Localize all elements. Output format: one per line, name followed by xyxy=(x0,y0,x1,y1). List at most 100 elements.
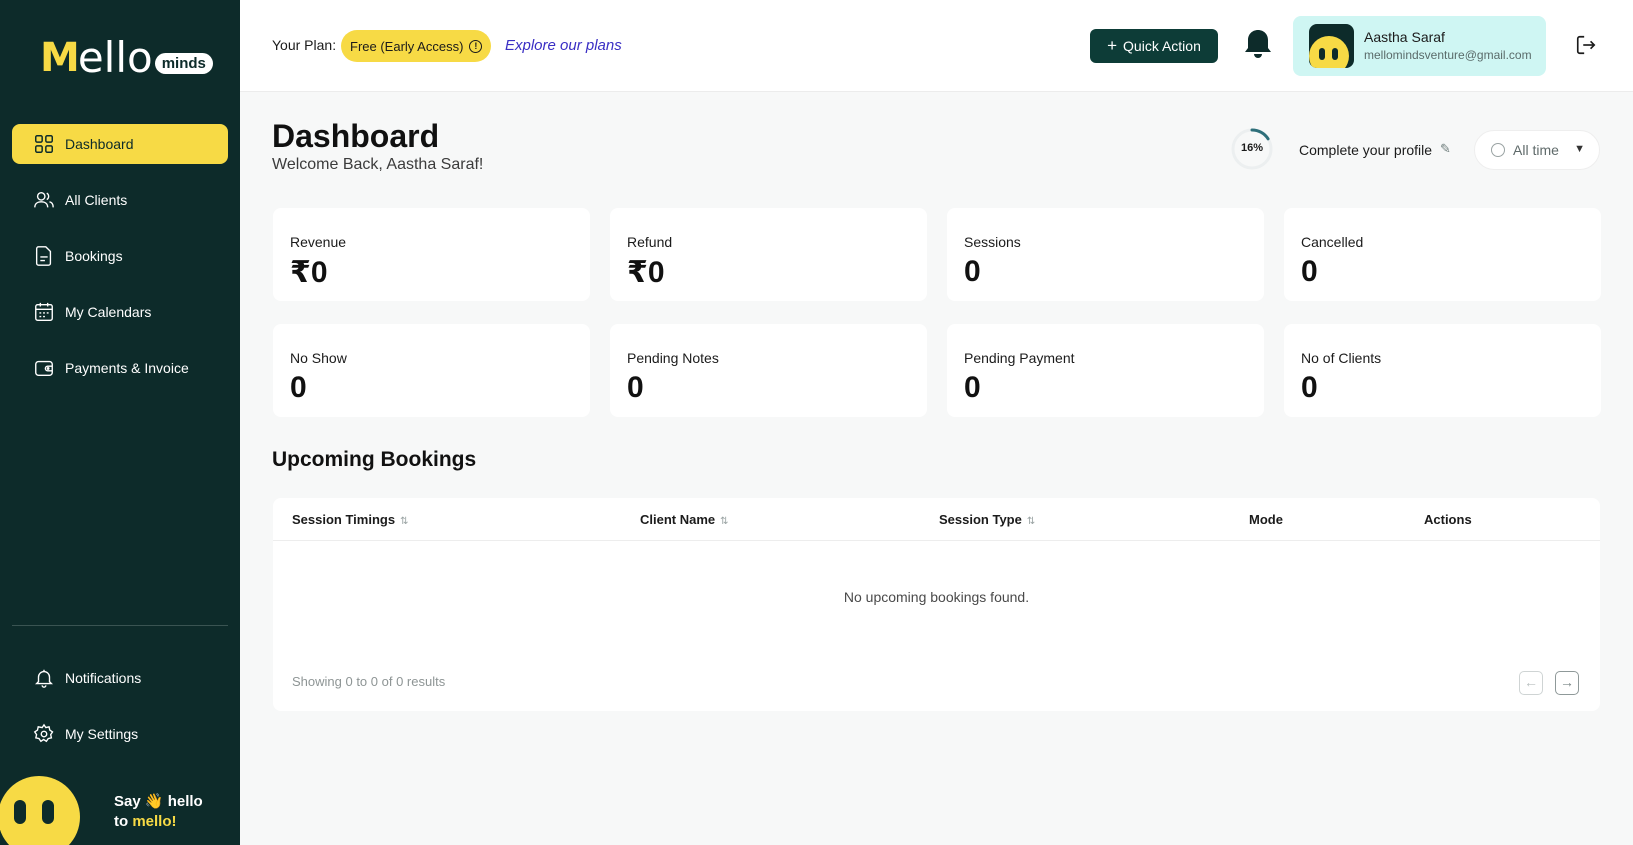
bookings-table: Session Timings ⇅ Client Name ⇅ Session Ty… xyxy=(273,498,1600,711)
sidebar-nav: Dashboard All Clients Bookings My Calend… xyxy=(12,124,228,404)
quick-action-button[interactable]: + Quick Action xyxy=(1090,29,1218,63)
sidebar-item-label: My Calendars xyxy=(65,304,152,320)
info-icon[interactable]: ! xyxy=(469,39,483,53)
sidebar-item-payments-invoice[interactable]: Payments & Invoice xyxy=(12,348,228,388)
stat-value: 0 xyxy=(290,371,307,404)
sidebar: M ello minds Dashboard All Clients Booki… xyxy=(0,0,240,845)
stat-value: 0 xyxy=(964,371,981,404)
upcoming-bookings-title: Upcoming Bookings xyxy=(272,448,477,471)
column-header-actions: Actions xyxy=(1424,512,1472,527)
sort-icon: ⇅ xyxy=(400,516,409,527)
stat-label: Cancelled xyxy=(1301,234,1364,250)
plus-icon: + xyxy=(1107,36,1118,55)
stat-card-pending-notes: Pending Notes 0 xyxy=(610,324,927,417)
column-header-mode: Mode xyxy=(1249,512,1283,527)
sidebar-item-my-settings[interactable]: My Settings xyxy=(12,714,228,754)
mascot-eye xyxy=(14,800,26,824)
stat-value: 0 xyxy=(627,371,644,404)
sidebar-item-label: All Clients xyxy=(65,192,128,208)
mascot-eye xyxy=(42,800,54,824)
mello-mascot-icon xyxy=(0,776,80,845)
say-hello-line1: Say 👋 hello xyxy=(114,793,203,810)
sidebar-divider xyxy=(12,625,228,626)
stat-value: ₹0 xyxy=(290,256,328,289)
say-hello-highlight: mello! xyxy=(132,813,177,830)
stat-card-revenue: Revenue ₹0 xyxy=(273,208,590,301)
notification-bell-icon[interactable] xyxy=(1243,28,1273,60)
sidebar-item-all-clients[interactable]: All Clients xyxy=(12,180,228,220)
sort-icon: ⇅ xyxy=(1026,516,1036,527)
chevron-down-icon: ▼ xyxy=(1574,143,1585,155)
sidebar-item-label: Payments & Invoice xyxy=(65,360,189,376)
pagination-next-button[interactable]: → xyxy=(1555,671,1579,695)
avatar-eye xyxy=(1319,48,1325,60)
logo-word: ello xyxy=(77,33,153,82)
column-header-client-name[interactable]: Client Name ⇅ xyxy=(640,512,729,527)
time-filter-value: All time xyxy=(1513,142,1559,158)
bell-icon xyxy=(35,669,53,688)
clock-icon xyxy=(1491,143,1505,157)
stat-card-refund: Refund ₹0 xyxy=(610,208,927,301)
logo-badge: minds xyxy=(154,53,213,74)
users-icon xyxy=(34,191,54,208)
stat-value: 0 xyxy=(964,255,981,288)
explore-plans-link[interactable]: Explore our plans xyxy=(505,37,622,54)
stat-card-no-show: No Show 0 xyxy=(273,324,590,417)
say-hello-prefix: to xyxy=(114,813,133,830)
logout-icon[interactable] xyxy=(1575,34,1597,56)
gear-icon xyxy=(33,723,54,743)
say-hello-text: Say 👋 hello to mello! xyxy=(114,792,203,832)
stat-label: Pending Payment xyxy=(964,350,1075,366)
column-label: Session Type xyxy=(939,512,1022,527)
say-hello-widget[interactable]: Say 👋 hello to mello! xyxy=(0,776,240,845)
pagination-prev-button[interactable]: ← xyxy=(1519,671,1543,695)
avatar-eye xyxy=(1332,48,1338,60)
calendar-icon xyxy=(35,302,53,321)
sidebar-item-notifications[interactable]: Notifications xyxy=(12,658,228,698)
sidebar-item-my-calendars[interactable]: My Calendars xyxy=(12,292,228,332)
stat-card-no-of-clients: No of Clients 0 xyxy=(1284,324,1601,417)
column-header-session-type[interactable]: Session Type ⇅ xyxy=(939,512,1035,527)
plan-value: Free (Early Access) xyxy=(350,38,464,54)
sort-icon: ⇅ xyxy=(720,516,729,527)
stat-label: Revenue xyxy=(290,234,347,250)
complete-profile-link[interactable]: Complete your profile xyxy=(1299,142,1432,158)
empty-state-text: No upcoming bookings found. xyxy=(843,589,1030,605)
stat-label: Sessions xyxy=(964,234,1021,250)
user-email: mellomindsventure@gmail.com xyxy=(1364,48,1532,62)
sidebar-item-dashboard[interactable]: Dashboard xyxy=(12,124,228,164)
time-filter-select[interactable]: All time ▼ xyxy=(1474,130,1600,170)
plan-label: Your Plan: xyxy=(272,37,337,53)
top-bar: Your Plan: Free (Early Access) ! Explore… xyxy=(240,0,1633,92)
wallet-icon xyxy=(35,360,53,377)
stat-label: No Show xyxy=(290,350,347,366)
user-name: Aastha Saraf xyxy=(1364,29,1445,45)
user-profile-card[interactable]: Aastha Saraf mellomindsventure@gmail.com xyxy=(1293,16,1546,76)
stat-label: Refund xyxy=(627,234,673,250)
avatar-mascot xyxy=(1309,36,1349,68)
stat-card-pending-payment: Pending Payment 0 xyxy=(947,324,1264,417)
sidebar-item-label: My Settings xyxy=(65,726,139,742)
stat-value: 0 xyxy=(1301,371,1318,404)
sidebar-item-label: Dashboard xyxy=(65,136,134,152)
page-title: Dashboard xyxy=(272,118,440,154)
sidebar-item-label: Notifications xyxy=(65,670,142,686)
mello-minds-logo[interactable]: M ello minds xyxy=(40,33,213,82)
sidebar-item-bookings[interactable]: Bookings xyxy=(12,236,228,276)
column-header-session-timings[interactable]: Session Timings ⇅ xyxy=(292,512,408,527)
pencil-icon[interactable]: ✎ xyxy=(1440,141,1451,157)
plan-badge[interactable]: Free (Early Access) ! xyxy=(341,30,492,62)
quick-action-label: Quick Action xyxy=(1123,38,1201,54)
stat-card-cancelled: Cancelled 0 xyxy=(1284,208,1601,301)
pagination-summary: Showing 0 to 0 of 0 results xyxy=(292,674,446,689)
stat-card-sessions: Sessions 0 xyxy=(947,208,1264,301)
stat-label: No of Clients xyxy=(1301,350,1382,366)
column-label: Client Name xyxy=(640,512,716,527)
logo-letter: M xyxy=(40,35,80,81)
stat-label: Pending Notes xyxy=(627,350,719,366)
column-label: Session Timings xyxy=(292,512,396,527)
grid-icon xyxy=(35,135,53,153)
sidebar-bottom-nav: Notifications My Settings xyxy=(12,658,228,770)
stat-value: ₹0 xyxy=(627,256,665,289)
sidebar-item-label: Bookings xyxy=(65,248,123,264)
